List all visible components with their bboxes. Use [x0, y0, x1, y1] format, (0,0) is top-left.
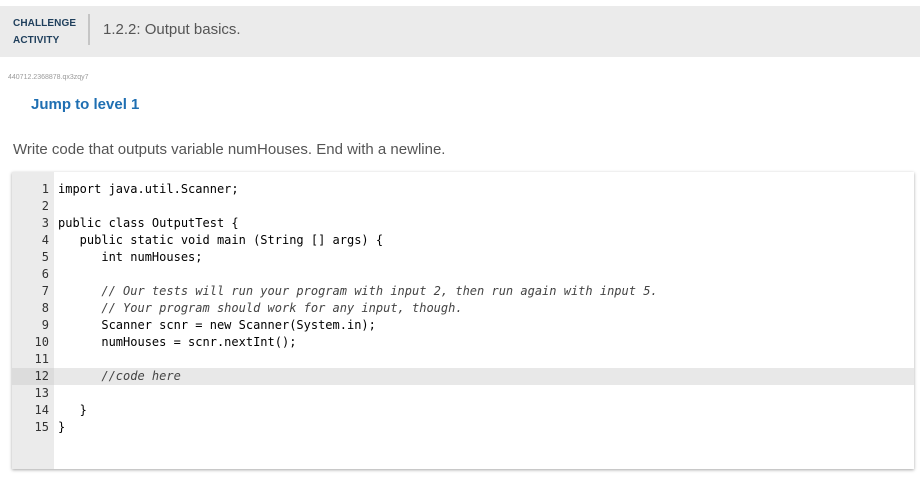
activity-header: CHALLENGE ACTIVITY 1.2.2: Output basics.	[0, 6, 920, 57]
line-number: 10	[34, 335, 49, 349]
header-divider	[88, 14, 90, 45]
code-line[interactable]: 13	[12, 385, 914, 402]
code-line[interactable]: 14 }	[12, 402, 914, 419]
activity-title: 1.2.2: Output basics.	[103, 21, 241, 38]
code-line[interactable]: 15}	[12, 419, 914, 436]
code-line[interactable]: 12 //code here	[12, 368, 914, 385]
code-line[interactable]: 10 numHouses = scnr.nextInt();	[12, 334, 914, 351]
activity-id: 440712.2368878.qx3zqy7	[8, 74, 89, 81]
line-number: 1	[41, 182, 49, 196]
line-number: 11	[34, 352, 49, 366]
code-line[interactable]: 8 // Your program should work for any in…	[12, 300, 914, 317]
line-number: 9	[41, 318, 49, 332]
challenge-activity-badge: CHALLENGE ACTIVITY	[13, 15, 76, 49]
code-line[interactable]: 3 public class OutputTest {	[12, 215, 914, 232]
code-text[interactable]: public static void main (String [] args)…	[58, 232, 383, 249]
line-number: 8	[41, 301, 49, 315]
code-line[interactable]: 4 public static void main (String [] arg…	[12, 232, 914, 249]
code-text[interactable]: Scanner scnr = new Scanner(System.in);	[58, 317, 376, 334]
code-text[interactable]: }	[58, 402, 87, 419]
code-lines: 1 import java.util.Scanner; 2 3 public class…	[12, 181, 914, 436]
code-text[interactable]: numHouses = scnr.nextInt();	[58, 334, 296, 351]
line-number: 4	[41, 233, 49, 247]
code-editor[interactable]: 1 import java.util.Scanner; 2 3 public class…	[12, 172, 914, 469]
code-line[interactable]: 11	[12, 351, 914, 368]
code-line[interactable]: 2	[12, 198, 914, 215]
badge-line-2: ACTIVITY	[13, 35, 60, 46]
badge-line-1: CHALLENGE	[13, 18, 77, 29]
line-number: 15	[34, 420, 49, 434]
line-number: 12	[12, 368, 54, 385]
code-text[interactable]: }	[58, 419, 65, 436]
line-number: 14	[34, 403, 49, 417]
code-text[interactable]: int numHouses;	[58, 249, 202, 266]
code-line[interactable]: 5 int numHouses;	[12, 249, 914, 266]
code-line[interactable]: 9 Scanner scnr = new Scanner(System.in);	[12, 317, 914, 334]
code-text[interactable]: import java.util.Scanner;	[58, 181, 239, 198]
line-number: 13	[34, 386, 49, 400]
code-text[interactable]: // Our tests will run your program with …	[58, 283, 657, 300]
line-number: 2	[41, 199, 49, 213]
code-text[interactable]: //code here	[58, 368, 180, 385]
line-number: 6	[41, 267, 49, 281]
jump-to-level-link[interactable]: Jump to level 1	[31, 96, 139, 113]
line-number: 7	[41, 284, 49, 298]
code-text[interactable]: public class OutputTest {	[58, 215, 239, 232]
line-number: 3	[41, 216, 49, 230]
code-line[interactable]: 7 // Our tests will run your program wit…	[12, 283, 914, 300]
code-line[interactable]: 6	[12, 266, 914, 283]
instructions-text: Write code that outputs variable numHous…	[13, 141, 446, 158]
code-text[interactable]: // Your program should work for any inpu…	[58, 300, 462, 317]
line-number: 5	[41, 250, 49, 264]
code-line[interactable]: 1 import java.util.Scanner;	[12, 181, 914, 198]
